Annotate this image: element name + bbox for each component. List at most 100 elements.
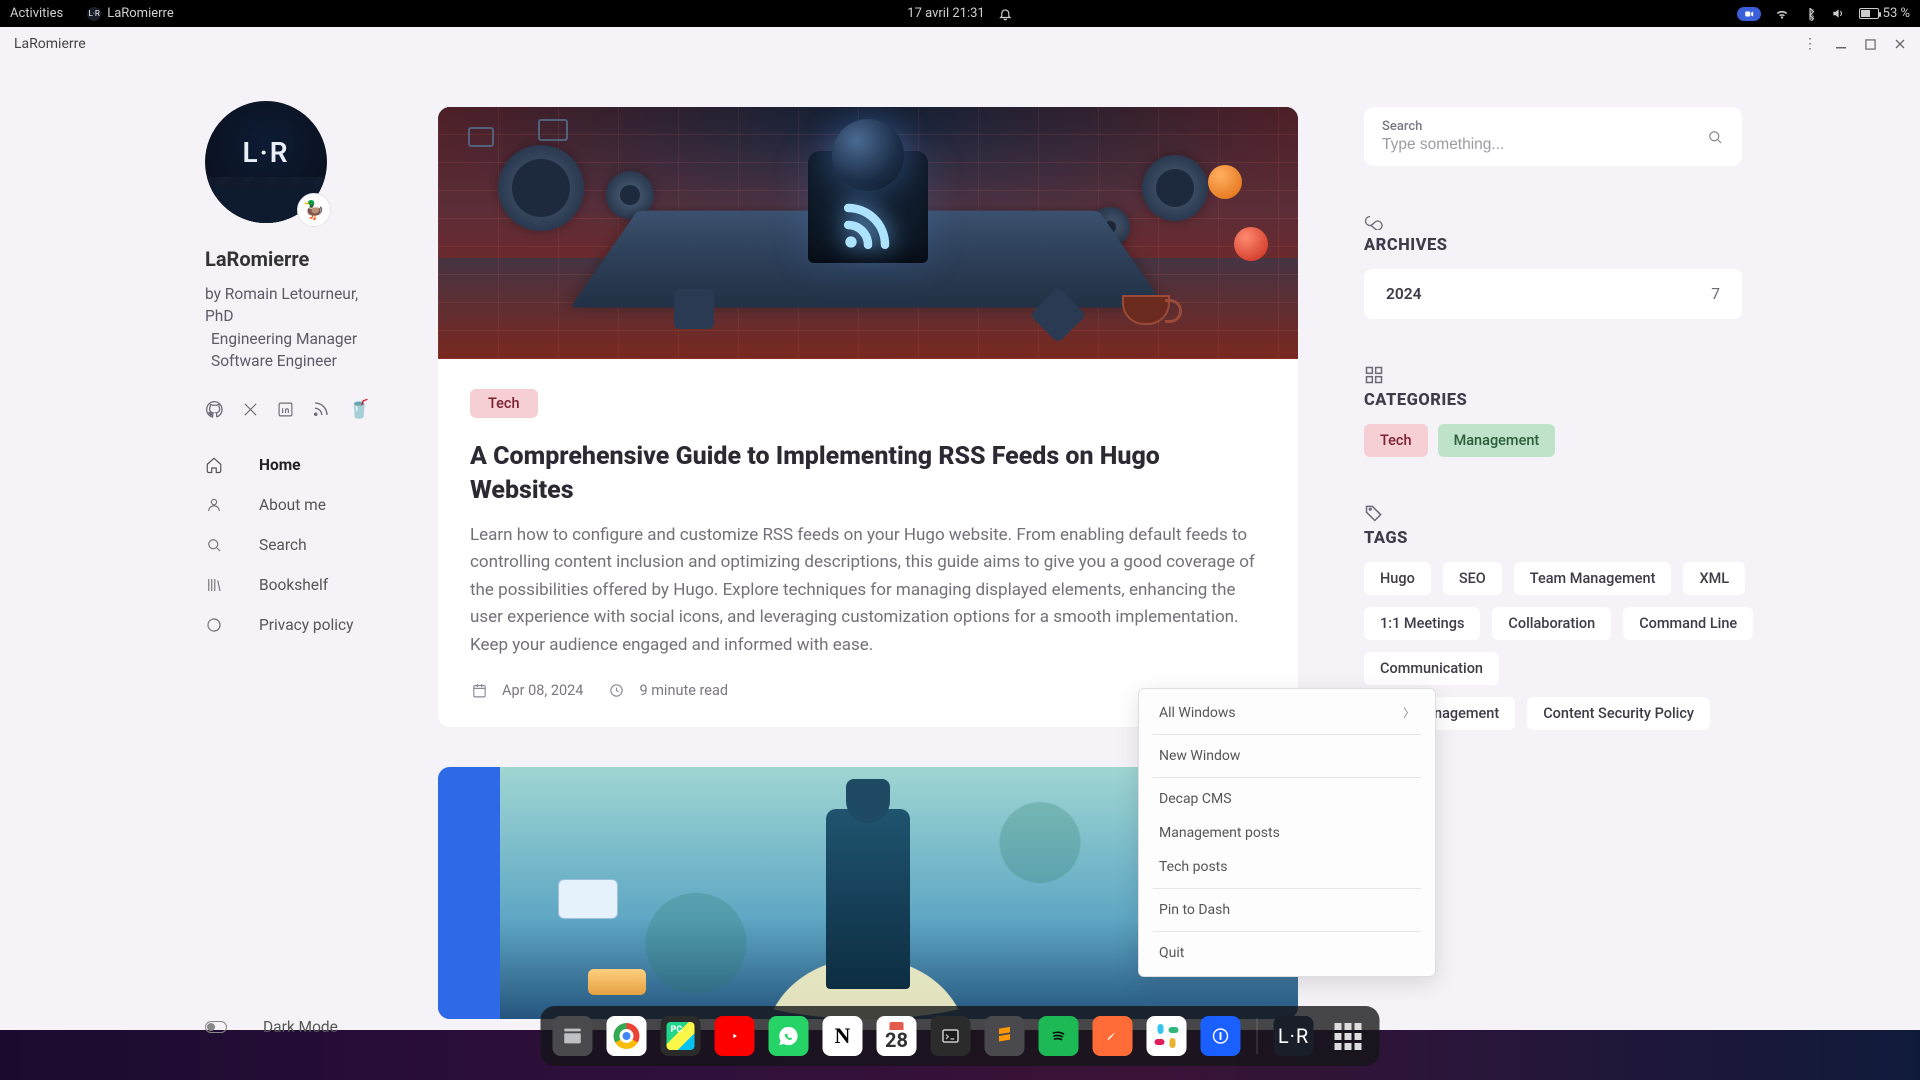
battery-icon xyxy=(1859,8,1879,19)
window-titlebar: LaRomierre ⋮ xyxy=(0,27,1920,61)
dock-postman-icon[interactable] xyxy=(1093,1016,1133,1056)
dock-whatsapp-icon[interactable] xyxy=(769,1016,809,1056)
system-topbar: Activities L·R LaRomierre 17 avril 21:31… xyxy=(0,0,1920,27)
post-tag[interactable]: Tech xyxy=(470,389,538,418)
nav-list: Home About me Search Bookshelf Privacy p… xyxy=(205,456,380,634)
avatar-initials: L·R xyxy=(242,136,289,169)
battery-percent: 53 % xyxy=(1883,6,1910,21)
infinity-icon xyxy=(1364,212,1920,230)
github-icon[interactable] xyxy=(205,400,224,419)
nav-home[interactable]: Home xyxy=(205,456,380,474)
topbar-app-indicator[interactable]: L·R LaRomierre xyxy=(87,6,174,21)
dock-pycharm-icon[interactable] xyxy=(661,1016,701,1056)
dock-files-icon[interactable] xyxy=(553,1016,593,1056)
search-icon[interactable] xyxy=(1706,128,1724,146)
search-input[interactable] xyxy=(1382,134,1706,154)
nav-search[interactable]: Search xyxy=(205,536,380,554)
ctx-quit[interactable]: Quit xyxy=(1139,936,1435,970)
window-minimize-icon[interactable] xyxy=(1835,38,1847,50)
dock-notion-icon[interactable]: N xyxy=(823,1016,863,1056)
ctx-item[interactable]: Management posts xyxy=(1139,816,1435,850)
tag-chip[interactable]: Hugo xyxy=(1364,562,1431,595)
topbar-datetime[interactable]: 17 avril 21:31 xyxy=(907,6,984,21)
archives-heading: ARCHIVES xyxy=(1364,236,1920,255)
post-excerpt: Learn how to configure and customize RSS… xyxy=(470,522,1266,660)
post-card[interactable]: Tech A Comprehensive Guide to Implementi… xyxy=(438,107,1298,727)
rss-icon[interactable] xyxy=(312,400,330,418)
site-title: LaRomierre xyxy=(205,247,380,271)
nav-privacy[interactable]: Privacy policy xyxy=(205,616,380,634)
dock-apps-icon[interactable] xyxy=(1328,1016,1368,1056)
grid-icon xyxy=(1364,365,1920,385)
calendar-icon xyxy=(470,681,488,699)
ctx-new-window[interactable]: New Window xyxy=(1139,739,1435,773)
nav-label: About me xyxy=(259,496,326,514)
bookshelf-icon xyxy=(205,576,223,594)
x-twitter-icon[interactable] xyxy=(242,401,259,418)
categories-section: CATEGORIES Tech Management xyxy=(1364,365,1920,457)
dock-youtube-icon[interactable] xyxy=(715,1016,755,1056)
ctx-pin[interactable]: Pin to Dash xyxy=(1139,893,1435,927)
ctx-item[interactable]: Tech posts xyxy=(1139,850,1435,884)
wifi-icon[interactable] xyxy=(1775,7,1789,21)
volume-icon[interactable] xyxy=(1831,7,1845,21)
nav-label: Search xyxy=(259,536,307,554)
nav-label: Home xyxy=(259,456,301,474)
activities-button[interactable]: Activities xyxy=(10,6,63,21)
archive-year[interactable]: 2024 7 xyxy=(1364,269,1742,319)
dock-chrome-icon[interactable] xyxy=(607,1016,647,1056)
topbar-app-icon: L·R xyxy=(87,7,101,21)
dock-slack-icon[interactable] xyxy=(1147,1016,1187,1056)
tag-icon xyxy=(1364,503,1920,523)
tag-chip[interactable]: Command Line xyxy=(1623,607,1753,640)
dark-mode-toggle[interactable]: Dark Mode xyxy=(205,1018,380,1036)
ctx-item[interactable]: Decap CMS xyxy=(1139,782,1435,816)
avatar[interactable]: L·R 🦆 xyxy=(205,101,327,223)
ctx-label: Tech posts xyxy=(1159,859,1228,875)
dock-terminal-icon[interactable] xyxy=(931,1016,971,1056)
battery-indicator[interactable]: 53 % xyxy=(1859,6,1910,21)
category-tech[interactable]: Tech xyxy=(1364,424,1428,457)
user-icon xyxy=(205,496,223,514)
ctx-label: Management posts xyxy=(1159,825,1280,841)
nav-bookshelf[interactable]: Bookshelf xyxy=(205,576,380,594)
tag-chip[interactable]: Content Security Policy xyxy=(1527,697,1710,730)
dock-calendar-icon[interactable]: 28 xyxy=(877,1016,917,1056)
recording-indicator-icon[interactable] xyxy=(1737,7,1761,21)
tag-chip[interactable]: SEO xyxy=(1443,562,1502,595)
home-icon xyxy=(205,456,223,474)
bluetooth-icon[interactable] xyxy=(1803,7,1817,21)
tag-chip[interactable]: XML xyxy=(1683,562,1745,595)
search-icon xyxy=(205,536,223,554)
dock: N 28 L·R xyxy=(541,1006,1380,1066)
topbar-app-name: LaRomierre xyxy=(107,6,174,21)
window-menu-icon[interactable]: ⋮ xyxy=(1803,36,1817,52)
post-hero-image xyxy=(438,107,1298,359)
dock-context-menu: All Windows 〉 New Window Decap CMS Manag… xyxy=(1138,688,1436,977)
buymeacoffee-icon[interactable]: 🥤 xyxy=(348,399,370,420)
ctx-label: New Window xyxy=(1159,748,1240,764)
tags-heading: TAGS xyxy=(1364,529,1920,548)
archive-year-label: 2024 xyxy=(1386,285,1421,303)
window-close-icon[interactable] xyxy=(1894,38,1906,50)
post-date: Apr 08, 2024 xyxy=(502,682,583,699)
nav-about[interactable]: About me xyxy=(205,496,380,514)
search-box[interactable]: Search xyxy=(1364,107,1742,166)
dock-laromierre-icon[interactable]: L·R xyxy=(1274,1016,1314,1056)
site-byline: by Romain Letourneur, PhD Engineering Ma… xyxy=(205,283,380,373)
social-links: 🥤 xyxy=(205,399,380,420)
ctx-all-windows[interactable]: All Windows 〉 xyxy=(1139,695,1435,730)
window-maximize-icon[interactable] xyxy=(1865,39,1876,50)
tag-chip[interactable]: Collaboration xyxy=(1492,607,1611,640)
dock-sublime-icon[interactable] xyxy=(985,1016,1025,1056)
notifications-icon[interactable] xyxy=(999,7,1013,21)
category-management[interactable]: Management xyxy=(1438,424,1556,457)
linkedin-icon[interactable] xyxy=(277,401,294,418)
tag-chip[interactable]: Team Management xyxy=(1514,562,1672,595)
dock-spotify-icon[interactable] xyxy=(1039,1016,1079,1056)
nav-label: Bookshelf xyxy=(259,576,328,594)
tag-chip[interactable]: 1:1 Meetings xyxy=(1364,607,1480,640)
tags-section: TAGS Hugo SEO Team Management XML 1:1 Meetin… xyxy=(1364,503,1920,730)
dock-1password-icon[interactable] xyxy=(1201,1016,1241,1056)
tag-chip[interactable]: Communication xyxy=(1364,652,1499,685)
